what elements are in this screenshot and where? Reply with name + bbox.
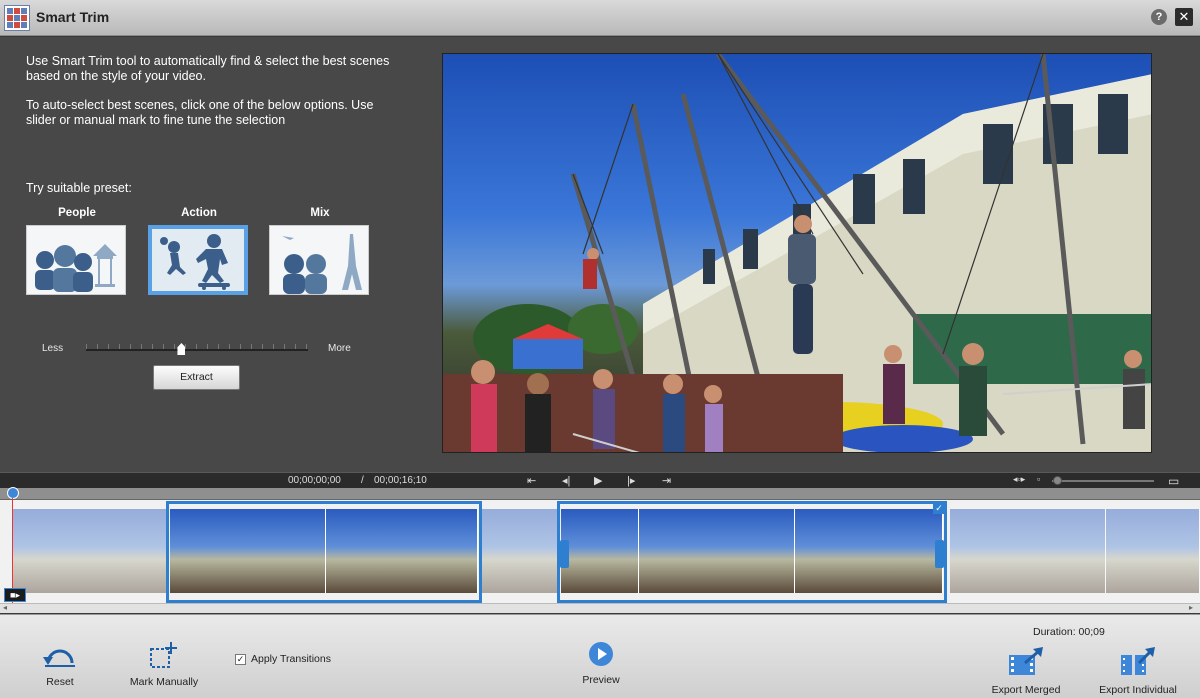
title-bar: Smart Trim ? ✕	[0, 0, 1200, 36]
help-icon[interactable]: ?	[1151, 9, 1167, 25]
close-icon[interactable]: ✕	[1175, 8, 1193, 26]
preset-action-label: Action	[181, 207, 217, 219]
preset-people-label: People	[58, 207, 96, 219]
preset-label: Try suitable preset:	[26, 181, 132, 195]
extract-button[interactable]: Extract	[153, 365, 240, 390]
mark-manually-label: Mark Manually	[129, 676, 199, 688]
export-individual-button[interactable]: Export Individual	[1094, 647, 1182, 696]
go-to-end-icon[interactable]: ⇥	[662, 474, 671, 487]
clip-unselected-1[interactable]	[12, 509, 168, 593]
people-icon	[26, 225, 126, 295]
smart-trim-panel: Use Smart Trim tool to automatically fin…	[0, 37, 1200, 472]
fit-timeline-icon[interactable]: ◂▫▸	[1013, 474, 1025, 485]
app-icon	[4, 5, 30, 31]
zoom-slider[interactable]	[1052, 480, 1154, 482]
apply-transitions-label: Apply Transitions	[251, 653, 331, 665]
export-merged-icon	[990, 647, 1062, 680]
total-timecode: 00;00;16;10	[374, 475, 427, 486]
play-icon[interactable]: ▶	[594, 474, 602, 487]
instruction-text-1: Use Smart Trim tool to automatically fin…	[26, 54, 390, 83]
export-merged-button[interactable]: Export Merged	[990, 647, 1062, 696]
export-individual-label: Export Individual	[1099, 684, 1177, 696]
current-timecode: 00;00;00;00	[288, 475, 341, 486]
reset-button[interactable]: Reset	[38, 645, 82, 688]
mark-manually-button[interactable]: Mark Manually	[128, 641, 200, 688]
slider-more-label: More	[328, 343, 351, 354]
window-title: Smart Trim	[36, 9, 110, 25]
preset-people[interactable]: People	[26, 207, 128, 295]
scroll-right-icon[interactable]: ▸	[1189, 603, 1193, 612]
checkmark-icon[interactable]: ✓	[933, 502, 945, 514]
preset-mix-label: Mix	[310, 207, 330, 219]
mix-icon	[269, 225, 369, 295]
trim-handle-right[interactable]	[935, 540, 944, 568]
clip-unselected-2[interactable]	[482, 509, 558, 593]
playhead[interactable]	[7, 487, 19, 499]
timeline-scrollbar[interactable]: ◂ ▸	[0, 603, 1200, 613]
bottom-toolbar: Duration: 00;09 Reset Mark Manually ✓ Ap…	[0, 614, 1200, 698]
timecode-separator: /	[361, 475, 364, 486]
scroll-left-icon[interactable]: ◂	[3, 603, 7, 612]
reset-label: Reset	[46, 676, 74, 688]
action-icon	[148, 225, 248, 295]
slider-less-label: Less	[42, 343, 64, 354]
trim-handle-left[interactable]	[560, 540, 569, 568]
checkbox-icon[interactable]: ✓	[235, 653, 246, 665]
timeline-ruler[interactable]	[0, 488, 1200, 500]
transport-bar: 00;00;00;00 / 00;00;16;10 ⇤ ◂| ▶ |▸ ⇥ ◂▫…	[0, 472, 1200, 488]
mark-manually-icon	[128, 641, 200, 672]
preset-mix[interactable]: Mix	[269, 207, 371, 295]
zoom-knob[interactable]	[1053, 476, 1062, 485]
preset-action[interactable]: Action	[148, 207, 250, 295]
selection-range-2[interactable]	[557, 501, 947, 603]
video-preview	[442, 53, 1152, 453]
duration-label: Duration: 00;09	[1033, 626, 1105, 638]
step-forward-icon[interactable]: |▸	[627, 474, 635, 487]
export-merged-label: Export Merged	[991, 684, 1061, 696]
selection-slider[interactable]	[86, 349, 308, 351]
preview-label: Preview	[582, 674, 620, 686]
reset-icon	[38, 645, 82, 672]
zoom-in-icon[interactable]: ▭	[1168, 474, 1179, 488]
timeline-track[interactable]	[0, 500, 1200, 603]
apply-transitions-checkbox[interactable]: ✓ Apply Transitions	[235, 653, 331, 665]
step-back-icon[interactable]: ◂|	[562, 474, 570, 487]
zoom-out-icon[interactable]: ▫	[1037, 474, 1040, 484]
instruction-text-2: To auto-select best scenes, click one of…	[26, 98, 374, 127]
preview-icon	[580, 641, 622, 670]
export-individual-icon	[1094, 647, 1182, 680]
clip-unselected-3[interactable]	[950, 509, 1200, 593]
selection-range-1[interactable]	[166, 501, 482, 603]
instructions: Use Smart Trim tool to automatically fin…	[26, 54, 406, 142]
video-camera-icon: ■▸	[4, 588, 26, 602]
go-to-start-icon[interactable]: ⇤	[527, 474, 536, 487]
preview-button[interactable]: Preview	[580, 641, 622, 686]
